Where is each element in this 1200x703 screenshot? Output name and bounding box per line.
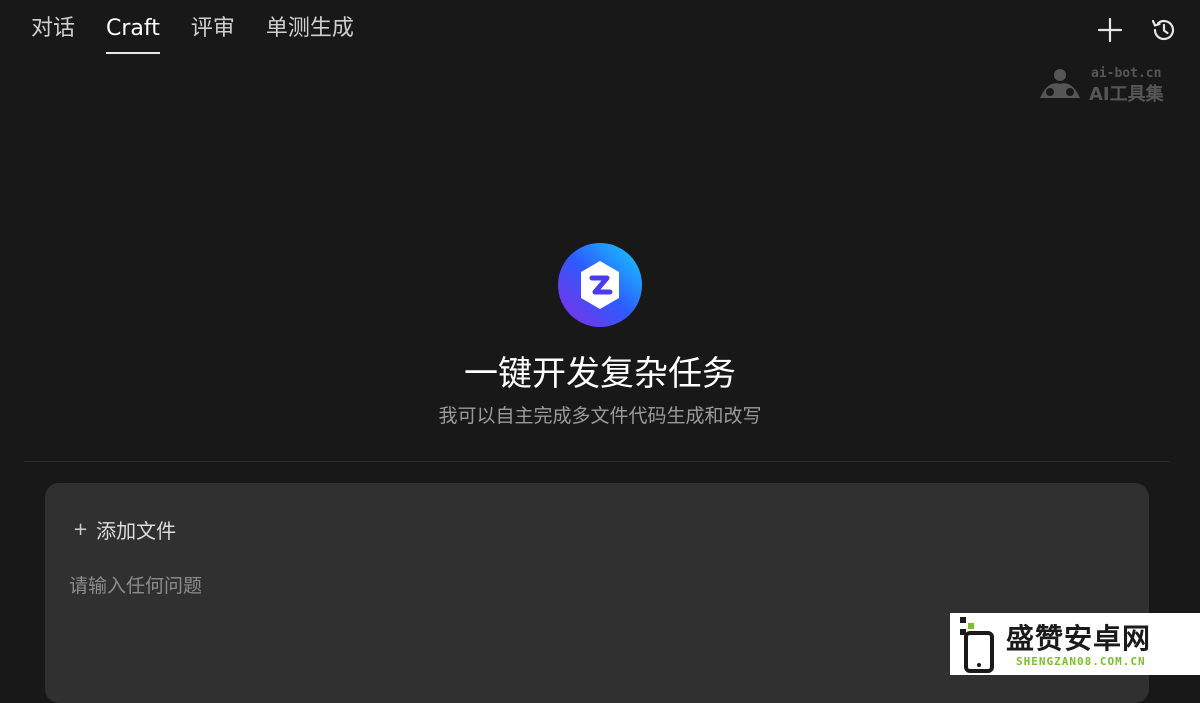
new-chat-button[interactable]	[1094, 14, 1126, 46]
tab-chat[interactable]: 对话	[31, 14, 75, 54]
divider	[24, 461, 1170, 462]
history-icon	[1151, 19, 1175, 41]
top-actions	[1094, 14, 1180, 46]
plus-icon	[1097, 17, 1123, 43]
watermark-aibot: ai-bot.cn AI工具集	[1036, 66, 1188, 105]
add-file-label: 添加文件	[96, 519, 177, 543]
hero-title: 一键开发复杂任务	[464, 354, 736, 394]
tab-unit-test[interactable]: 单测生成	[266, 14, 354, 54]
tab-craft[interactable]: Craft	[106, 14, 160, 54]
phone-logo-icon	[960, 617, 994, 673]
watermark-title: AI工具集	[1089, 84, 1164, 105]
mode-tabs: 对话 Craft 评审 单测生成	[31, 14, 354, 54]
hero-subtitle: 我可以自主完成多文件代码生成和改写	[438, 405, 762, 427]
add-file-button[interactable]: + 添加文件	[73, 515, 176, 544]
top-bar: 对话 Craft 评审 单测生成	[0, 0, 1200, 62]
hero: 一键开发复杂任务 我可以自主完成多文件代码生成和改写	[0, 242, 1200, 428]
watermark-url-bottom: SHENGZAN08.COM.CN	[1016, 655, 1146, 668]
craft-logo-icon	[557, 242, 643, 328]
aibot-logo-icon	[1040, 69, 1080, 98]
watermark-shengzan: 盛赞安卓网 SHENGZAN08.COM.CN	[950, 613, 1200, 675]
history-button[interactable]	[1148, 14, 1180, 46]
watermark-brand: 盛赞安卓网	[1006, 622, 1152, 655]
add-icon: +	[73, 519, 89, 540]
tab-review[interactable]: 评审	[191, 14, 235, 54]
watermark-url: ai-bot.cn	[1091, 66, 1162, 81]
prompt-input[interactable]	[67, 565, 1121, 607]
